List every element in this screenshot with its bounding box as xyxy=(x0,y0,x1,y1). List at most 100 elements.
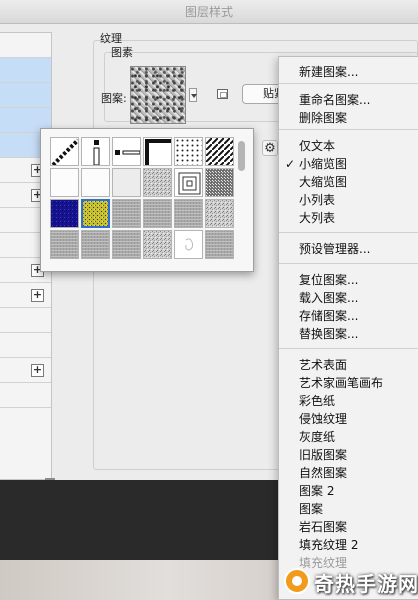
menu-item-label: 旧版图案 xyxy=(299,448,348,462)
pattern-thumb-white[interactable] xyxy=(50,168,79,197)
menu-item-large-thumbnail[interactable]: 大缩览图 xyxy=(279,173,418,191)
menu-item-label: 大列表 xyxy=(299,211,336,225)
pattern-thumb-gray-weave[interactable] xyxy=(174,199,203,228)
pattern-thumb-gray-noise[interactable] xyxy=(143,230,172,259)
menu-item-rock-patterns[interactable]: 岩石图案 xyxy=(279,518,418,536)
style-row[interactable] xyxy=(0,333,51,358)
menu-item-label: 小缩览图 xyxy=(299,157,348,171)
menu-item-label: 新建图案... xyxy=(299,65,359,79)
menu-item-text-only[interactable]: 仅文本 xyxy=(279,137,418,155)
menu-item-label: 复位图案... xyxy=(299,273,359,287)
pattern-thumb-gray-weave[interactable] xyxy=(143,199,172,228)
picker-scrollbar[interactable] xyxy=(236,137,246,267)
pattern-thumb-polka-dots[interactable] xyxy=(174,137,203,166)
pattern-thumb-gray-weave[interactable] xyxy=(205,230,234,259)
menu-item-patterns-2[interactable]: 图案 2 xyxy=(279,482,418,500)
pattern-thumb-vertical-dots[interactable] xyxy=(81,137,110,166)
menu-item-grayscale-paper[interactable]: 灰度纸 xyxy=(279,428,418,446)
menu-item-artist-surfaces[interactable]: 艺术表面 xyxy=(279,356,418,374)
style-row[interactable]: + xyxy=(0,358,51,383)
style-row[interactable]: + xyxy=(0,283,51,308)
watermark-text: 奇热手游网 xyxy=(314,572,418,596)
style-row[interactable] xyxy=(0,383,51,408)
pattern-thumb-checker-diagonal[interactable] xyxy=(205,137,234,166)
style-row[interactable] xyxy=(0,33,51,58)
pattern-thumb-dense-noise[interactable] xyxy=(205,168,234,197)
menu-item-patterns[interactable]: 图案 xyxy=(279,500,418,518)
menu-item-small-list[interactable]: 小列表 xyxy=(279,191,418,209)
menu-item-reset-patterns[interactable]: 复位图案... xyxy=(279,271,418,289)
menu-item-label: 图案 xyxy=(299,502,324,516)
style-row-selected[interactable] xyxy=(0,83,51,108)
menu-item-texture-fill-2[interactable]: 填充纹理 2 xyxy=(279,536,418,554)
menu-separator xyxy=(279,232,418,233)
pattern-thumb-concentric-squares[interactable] xyxy=(174,168,203,197)
menu-separator xyxy=(279,83,418,84)
menu-item-label: 灰度纸 xyxy=(299,430,336,444)
menu-separator xyxy=(279,348,418,349)
pattern-thumb-gray-weave[interactable] xyxy=(112,199,141,228)
menu-item-replace-patterns[interactable]: 替换图案... xyxy=(279,325,418,343)
picker-gear-icon[interactable]: ⚙ xyxy=(262,140,278,156)
menu-item-label: 重命名图案... xyxy=(299,93,371,107)
menu-item-label: 预设管理器... xyxy=(299,242,371,256)
menu-item-small-thumbnail[interactable]: ✓ 小缩览图 xyxy=(279,155,418,173)
pattern-thumb-dash-dot[interactable] xyxy=(112,137,141,166)
pattern-picker xyxy=(40,128,254,272)
pattern-thumb-light-gray[interactable] xyxy=(112,168,141,197)
menu-item-label: 岩石图案 xyxy=(299,520,348,534)
pattern-thumb-gray-noise[interactable] xyxy=(205,199,234,228)
pattern-dropdown-arrow[interactable] xyxy=(189,88,197,102)
menu-item-label: 替换图案... xyxy=(299,327,359,341)
new-preset-icon[interactable] xyxy=(217,89,228,99)
checkmark-icon: ✓ xyxy=(285,157,296,171)
menu-item-legacy-patterns[interactable]: 旧版图案 xyxy=(279,446,418,464)
menu-item-label: 填充纹理 2 xyxy=(299,538,359,552)
menu-item-label: 艺术家画笔画布 xyxy=(299,376,384,390)
watermark: 奇热手游网 xyxy=(284,566,418,596)
menu-item-new-pattern[interactable]: 新建图案... xyxy=(279,63,418,81)
pattern-thumb-paper-white[interactable] xyxy=(174,230,203,259)
add-effect-button[interactable]: + xyxy=(31,364,44,377)
menu-item-label: 图案 2 xyxy=(299,484,335,498)
menu-item-nature-patterns[interactable]: 自然图案 xyxy=(279,464,418,482)
pattern-thumb-diagonal-stripe[interactable] xyxy=(50,137,79,166)
watermark-logo-icon xyxy=(284,568,310,594)
pattern-thumb-blue-pattern[interactable] xyxy=(50,199,79,228)
menu-item-label: 载入图案... xyxy=(299,291,359,305)
pattern-thumb-yellow-pattern[interactable] xyxy=(81,199,110,228)
menu-separator xyxy=(279,129,418,130)
menu-item-rename-pattern[interactable]: 重命名图案... xyxy=(279,91,418,109)
style-row-selected[interactable] xyxy=(0,58,51,83)
pattern-swatch[interactable] xyxy=(130,66,186,124)
menu-item-delete-pattern[interactable]: 删除图案 xyxy=(279,109,418,127)
menu-item-preset-manager[interactable]: 预设管理器... xyxy=(279,240,418,258)
pattern-thumb-white[interactable] xyxy=(81,168,110,197)
menu-item-label: 彩色纸 xyxy=(299,394,336,408)
add-effect-button[interactable]: + xyxy=(31,289,44,302)
menu-item-load-patterns[interactable]: 载入图案... xyxy=(279,289,418,307)
pattern-label: 图案: xyxy=(101,92,127,105)
menu-item-label: 删除图案 xyxy=(299,111,348,125)
menu-item-large-list[interactable]: 大列表 xyxy=(279,209,418,227)
pattern-thumb-gray-weave[interactable] xyxy=(50,230,79,259)
menu-item-color-paper[interactable]: 彩色纸 xyxy=(279,392,418,410)
menu-item-save-patterns[interactable]: 存储图案... xyxy=(279,307,418,325)
pattern-thumb-fine-noise[interactable] xyxy=(143,168,172,197)
menu-item-label: 存储图案... xyxy=(299,309,359,323)
picker-scrollbar-thumb[interactable] xyxy=(238,141,245,171)
pattern-thumb-corner-line[interactable] xyxy=(143,137,172,166)
pattern-thumb-gray-weave[interactable] xyxy=(81,230,110,259)
menu-item-artists-brush-canvas[interactable]: 艺术家画笔画布 xyxy=(279,374,418,392)
elements-group-label: 图素 xyxy=(111,46,133,59)
menu-item-label: 侵蚀纹理 xyxy=(299,412,348,426)
pattern-thumb-gray-weave[interactable] xyxy=(112,230,141,259)
window-title: 图层样式 xyxy=(0,0,418,24)
menu-separator xyxy=(279,263,418,264)
style-row[interactable] xyxy=(0,308,51,333)
menu-item-label: 仅文本 xyxy=(299,139,336,153)
menu-item-label: 大缩览图 xyxy=(299,175,348,189)
menu-item-label: 自然图案 xyxy=(299,466,348,480)
menu-item-erodible-textures[interactable]: 侵蚀纹理 xyxy=(279,410,418,428)
pattern-options-menu: 新建图案... 重命名图案... 删除图案 仅文本 ✓ 小缩览图 大缩览图 小列表 大列表 预设管… xyxy=(278,56,418,600)
